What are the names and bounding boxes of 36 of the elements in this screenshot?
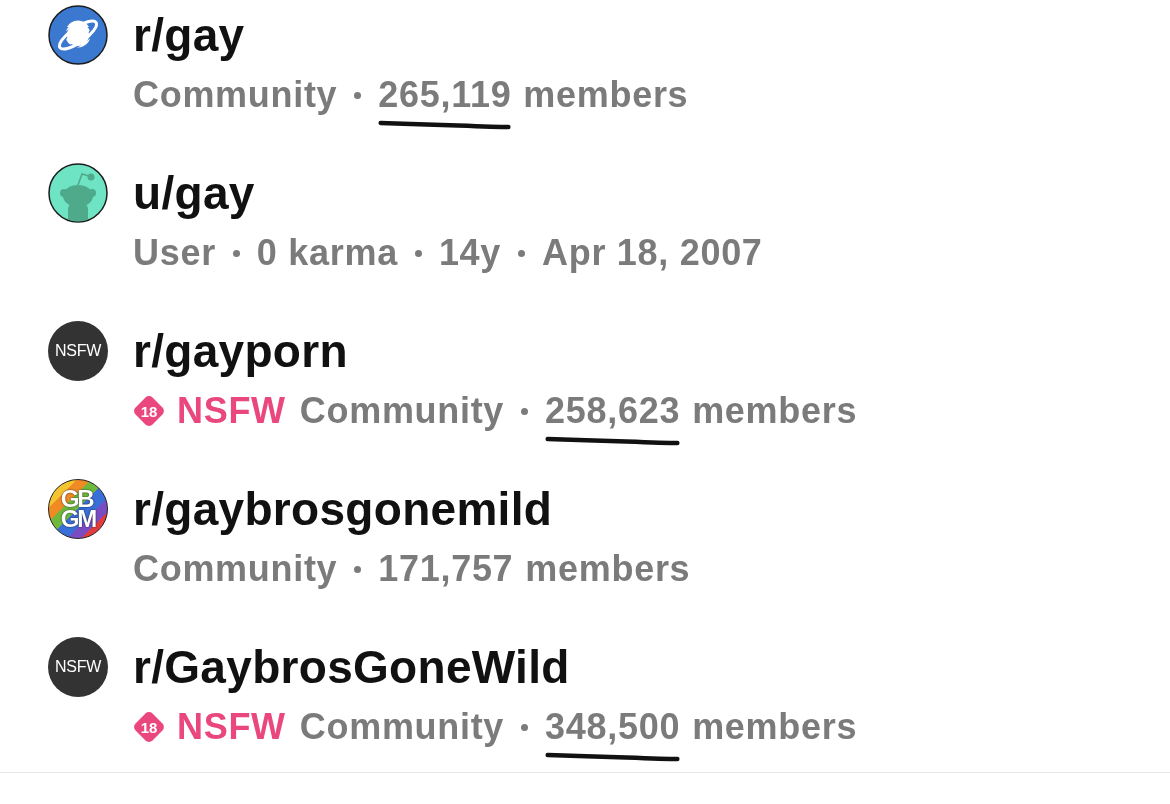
- bullet-separator-icon: [232, 249, 240, 257]
- member-count: 258,623: [545, 390, 681, 431]
- member-count: 171,757: [378, 548, 514, 589]
- nsfw-label: NSFW: [177, 705, 286, 749]
- result-title[interactable]: r/gayporn: [133, 325, 348, 377]
- meta-text: User: [133, 231, 216, 275]
- meta-text: Apr 18, 2007: [542, 231, 763, 275]
- members-label: members: [523, 73, 689, 117]
- planet-avatar-icon: [48, 5, 108, 65]
- result-title[interactable]: r/gaybrosgonemild: [133, 483, 553, 535]
- age-badge: 18: [133, 395, 165, 427]
- result-title[interactable]: r/GaybrosGoneWild: [133, 641, 570, 693]
- meta-text: Community: [299, 389, 505, 433]
- member-count: 265,119: [378, 74, 512, 115]
- nsfw-label: NSFW: [177, 389, 286, 433]
- meta-text: Community: [299, 705, 505, 749]
- result-title[interactable]: u/gay: [133, 167, 255, 219]
- member-count: 348,500: [545, 706, 681, 747]
- age-badge: 18: [133, 711, 165, 743]
- bullet-separator-icon: [518, 249, 526, 257]
- nsfw-avatar: NSFW: [48, 321, 108, 381]
- bullet-separator-icon: [354, 91, 362, 99]
- members-label: members: [692, 389, 858, 433]
- meta-text: Community: [133, 73, 338, 117]
- members-label: members: [525, 547, 691, 591]
- nsfw-avatar: NSFW: [48, 637, 108, 697]
- bullet-separator-icon: [521, 723, 529, 731]
- meta-text: Community: [133, 547, 338, 591]
- alien-avatar-icon: [48, 163, 108, 223]
- bullet-separator-icon: [521, 407, 529, 415]
- bullet-separator-icon: [354, 565, 362, 573]
- result-title[interactable]: r/gay: [133, 9, 245, 61]
- members-label: members: [692, 705, 858, 749]
- meta-text: 0 karma: [256, 231, 398, 275]
- bullet-separator-icon: [414, 249, 422, 257]
- meta-text: 14y: [438, 231, 502, 275]
